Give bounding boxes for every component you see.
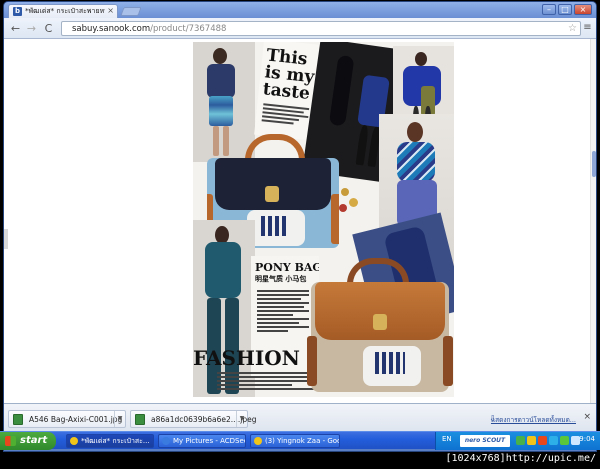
taskbar-item-chrome[interactable]: *พัฒเด่ส* กระเป๋าสะ... bbox=[66, 434, 154, 448]
back-arrow-icon[interactable]: ← bbox=[9, 22, 22, 35]
url-host: sabuy.sanook.com bbox=[72, 24, 151, 34]
tray-app-icon[interactable] bbox=[549, 436, 558, 445]
address-bar[interactable]: sabuy.sanook.com/product/7367488 ☆ bbox=[61, 21, 581, 36]
window-controls: – □ × bbox=[542, 4, 592, 16]
language-indicator[interactable]: EN bbox=[442, 435, 452, 443]
download-filename: A546 Bag-Axixi-C001.jpg bbox=[29, 415, 123, 424]
download-menu-chevron-icon[interactable]: ▼ bbox=[114, 411, 125, 427]
fashion-article-text bbox=[217, 372, 317, 392]
menu-icon[interactable]: ≡ bbox=[582, 22, 593, 33]
start-label: start bbox=[20, 435, 48, 446]
taskbar-item-chrome-2[interactable]: (3) Yingnok Zaa - Goo... bbox=[250, 434, 340, 448]
charm-decoration bbox=[339, 188, 359, 214]
acdsee-icon bbox=[162, 437, 170, 445]
system-tray: EN nero SCOUT 9:04 bbox=[435, 432, 600, 450]
article-text bbox=[261, 103, 310, 128]
watermark: [1024x768]http://upic.me/ bbox=[445, 453, 596, 464]
download-item[interactable]: A546 Bag-Axixi-C001.jpg ▼ bbox=[8, 410, 126, 428]
brown-bag-photo bbox=[307, 258, 454, 397]
task-label: *พัฒเด่ส* กระเป๋าสะ... bbox=[81, 437, 150, 445]
close-shelf-icon[interactable]: × bbox=[583, 412, 591, 422]
page-content: This is my taste PONY BAG 明星气质 小马包 FASHI… bbox=[4, 39, 596, 403]
minimize-button[interactable]: – bbox=[542, 4, 556, 15]
forward-arrow-icon[interactable]: → bbox=[25, 22, 38, 35]
screen: b *พัฒเด่ส* กระเป๋าสะพายหนัง × – □ × ← →… bbox=[0, 0, 600, 469]
download-shelf: A546 Bag-Axixi-C001.jpg ▼ a86a1dc0639b6a… bbox=[4, 403, 596, 433]
reload-icon[interactable]: C bbox=[42, 22, 55, 35]
image-file-icon bbox=[135, 414, 145, 425]
tray-app-icon[interactable] bbox=[516, 436, 525, 445]
denim-model-photo bbox=[193, 220, 255, 397]
nero-scout-box[interactable]: nero SCOUT bbox=[460, 435, 510, 447]
product-image: This is my taste PONY BAG 明星气质 小马包 FASHI… bbox=[193, 42, 454, 397]
tab-close-icon[interactable]: × bbox=[107, 5, 114, 16]
taskbar: start *พัฒเด่ส* กระเป๋าสะ... My Pictures… bbox=[0, 431, 600, 450]
tray-app-icon[interactable] bbox=[560, 436, 569, 445]
clock: 9:04 bbox=[579, 435, 595, 443]
bookmark-star-icon[interactable]: ☆ bbox=[568, 22, 577, 35]
chrome-icon bbox=[70, 437, 78, 445]
taskbar-item-acdsee[interactable]: My Pictures - ACDSee... bbox=[158, 434, 246, 448]
close-window-button[interactable]: × bbox=[574, 4, 592, 15]
show-all-downloads-link[interactable]: แสดงการดาวน์โหลดทั้งหมด... bbox=[491, 415, 576, 425]
browser-tab[interactable]: b *พัฒเด่ส* กระเป๋าสะพายหนัง × bbox=[8, 4, 118, 18]
pony-article-text bbox=[257, 290, 309, 334]
pony-bag-subtitle: 明星气质 小马包 bbox=[255, 275, 307, 283]
side-grip bbox=[4, 229, 8, 249]
vertical-scrollbar[interactable] bbox=[590, 39, 596, 403]
new-tab-button[interactable] bbox=[120, 7, 142, 16]
url-path: /product/7367488 bbox=[150, 24, 227, 34]
start-button[interactable]: start bbox=[0, 432, 56, 450]
chrome-icon bbox=[254, 437, 262, 445]
task-label: My Pictures - ACDSee... bbox=[173, 437, 245, 445]
task-label: (3) Yingnok Zaa - Goo... bbox=[265, 437, 340, 445]
site-favicon-icon: b bbox=[13, 7, 22, 16]
tray-app-icon[interactable] bbox=[538, 436, 547, 445]
url-text: sabuy.sanook.com/product/7367488 bbox=[72, 23, 226, 35]
tab-title: *พัฒเด่ส* กระเป๋าสะพายหนัง bbox=[25, 7, 105, 15]
headline-line-3: taste bbox=[261, 79, 311, 105]
maximize-button[interactable]: □ bbox=[558, 4, 572, 15]
windows-logo-icon bbox=[5, 436, 16, 446]
download-menu-chevron-icon[interactable]: ▼ bbox=[236, 411, 247, 427]
title-bar: b *พัฒเด่ส* กระเป๋าสะพายหนัง × – □ × bbox=[4, 2, 596, 18]
image-file-icon bbox=[13, 414, 23, 425]
scrollbar-thumb[interactable] bbox=[592, 151, 596, 177]
download-item[interactable]: a86a1dc0639b6a6e2....jpeg ▼ bbox=[130, 410, 257, 428]
browser-toolbar: ← → C sabuy.sanook.com/product/7367488 ☆… bbox=[4, 18, 596, 39]
tray-app-icon[interactable] bbox=[527, 436, 536, 445]
tray-icons bbox=[516, 436, 580, 445]
browser-window: b *พัฒเด่ส* กระเป๋าสะพายหนัง × – □ × ← →… bbox=[3, 1, 597, 452]
